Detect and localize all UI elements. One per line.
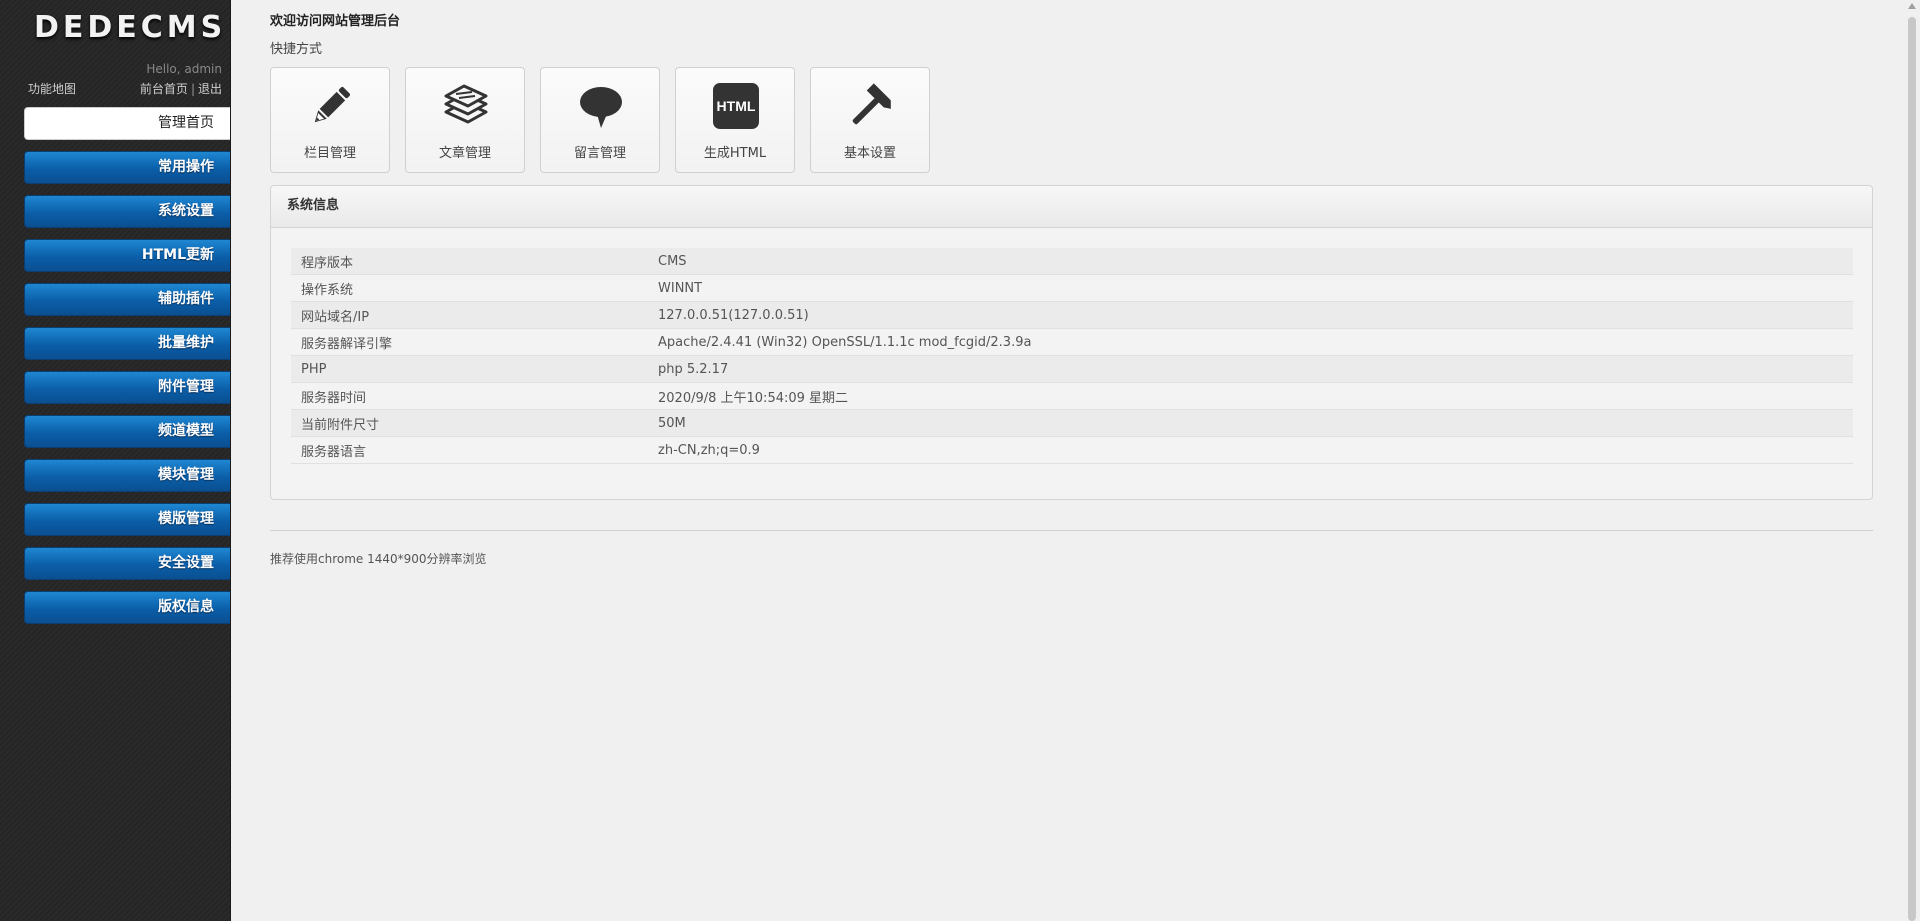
info-key: PHP	[291, 355, 658, 383]
sidebar-menu: 管理首页 常用操作 系统设置 HTML更新 辅助插件 批量维护 附件管理 频道模…	[24, 107, 230, 635]
shortcuts-heading: 快捷方式	[270, 42, 323, 57]
shortcut-article-manage[interactable]: 文章管理	[405, 67, 525, 173]
footer-note: 推荐使用chrome 1440*900分辨率浏览	[270, 552, 487, 566]
table-row: 操作系统 WINNT	[291, 274, 1853, 302]
info-value: Apache/2.4.41 (Win32) OpenSSL/1.1.1c mod…	[658, 328, 1853, 356]
system-info-title: 系统信息	[271, 186, 1872, 228]
system-info-table: 程序版本 CMS 操作系统 WINNT 网站域名/IP 127.0.0.51(127.…	[291, 248, 1853, 464]
info-key: 服务器解译引擎	[291, 328, 658, 356]
sidebar-item-attachments[interactable]: 附件管理	[24, 371, 230, 404]
sidebar-item-system-settings[interactable]: 系统设置	[24, 195, 230, 228]
sidebar-item-home[interactable]: 管理首页	[24, 107, 230, 140]
html-icon-text: HTML	[717, 98, 756, 114]
info-value: 127.0.0.51(127.0.0.51)	[658, 301, 1853, 329]
greeting: Hello, admin	[146, 62, 222, 76]
sidebar-item-plugins[interactable]: 辅助插件	[24, 283, 230, 316]
shortcut-category-manage[interactable]: 栏目管理	[270, 67, 390, 173]
link-separator: |	[190, 82, 195, 96]
footer-divider	[270, 530, 1873, 531]
sidebar-item-templates[interactable]: 模版管理	[24, 503, 230, 536]
shortcut-message-manage[interactable]: 留言管理	[540, 67, 660, 173]
info-key: 操作系统	[291, 274, 658, 302]
info-key: 服务器时间	[291, 382, 658, 410]
table-row: 服务器时间 2020/9/8 上午10:54:09 星期二	[291, 382, 1853, 410]
info-value: CMS	[658, 248, 1853, 275]
vertical-scrollbar[interactable]	[1903, 0, 1920, 921]
info-value: WINNT	[658, 274, 1853, 302]
info-key: 当前附件尺寸	[291, 409, 658, 437]
sidebar: DEDECMS Hello, admin 功能地图 前台首页 | 退出 管理首页 常…	[0, 0, 231, 921]
sidebar-item-copyright[interactable]: 版权信息	[24, 591, 230, 624]
main-content: 欢迎访问网站管理后台 快捷方式 栏目管理 文章管理 留言管理 HTML 生成HT…	[270, 0, 1874, 921]
page-title: 欢迎访问网站管理后台	[270, 14, 401, 29]
scroll-thumb[interactable]	[1908, 17, 1916, 921]
scroll-up-arrow-icon[interactable]	[1908, 3, 1916, 9]
shortcuts-row: 栏目管理 文章管理 留言管理 HTML 生成HTML 基本设置	[270, 67, 930, 173]
sidebar-item-channel-models[interactable]: 频道模型	[24, 415, 230, 448]
shortcut-label: 文章管理	[438, 146, 491, 161]
table-row: 服务器语言 zh-CN,zh;q=0.9	[291, 436, 1853, 464]
table-row: 当前附件尺寸 50M	[291, 409, 1853, 437]
shortcut-generate-html[interactable]: HTML 生成HTML	[675, 67, 795, 173]
info-key: 服务器语言	[291, 436, 658, 464]
sidebar-item-html-update[interactable]: HTML更新	[24, 239, 230, 272]
info-value: 50M	[658, 409, 1853, 437]
table-row: 服务器解译引擎 Apache/2.4.41 (Win32) OpenSSL/1.1…	[291, 328, 1853, 356]
info-key: 程序版本	[291, 248, 658, 275]
shortcut-label: 生成HTML	[703, 146, 767, 161]
sitemap-link[interactable]: 功能地图	[28, 80, 76, 97]
logo: DEDECMS	[34, 10, 227, 45]
info-value: 2020/9/8 上午10:54:09 星期二	[658, 382, 1853, 410]
sidebar-item-common-ops[interactable]: 常用操作	[24, 151, 230, 184]
info-key: 网站域名/IP	[291, 301, 658, 329]
logout-link[interactable]: 退出	[198, 82, 222, 96]
html-icon: HTML	[713, 83, 759, 129]
sidebar-item-modules[interactable]: 模块管理	[24, 459, 230, 492]
pencil-icon	[314, 87, 350, 123]
speech-bubble-icon	[580, 87, 622, 128]
table-row: 程序版本 CMS	[291, 248, 1853, 275]
shortcut-label: 栏目管理	[303, 146, 356, 161]
shortcut-basic-settings[interactable]: 基本设置	[810, 67, 930, 173]
shortcut-label: 基本设置	[843, 146, 896, 161]
front-page-link[interactable]: 前台首页	[140, 82, 188, 96]
sidebar-item-security[interactable]: 安全设置	[24, 547, 230, 580]
table-row: 网站域名/IP 127.0.0.51(127.0.0.51)	[291, 301, 1853, 329]
table-row: PHP php 5.2.17	[291, 355, 1853, 383]
document-stack-icon	[444, 84, 488, 124]
system-info-panel: 系统信息 程序版本 CMS 操作系统 WINNT 网站域名/IP 127.0.0.51…	[270, 185, 1873, 500]
sidebar-item-batch-maintenance[interactable]: 批量维护	[24, 327, 230, 360]
info-value: php 5.2.17	[658, 355, 1853, 383]
shortcut-label: 留言管理	[573, 146, 626, 161]
top-links: 前台首页 | 退出	[140, 80, 222, 97]
info-value: zh-CN,zh;q=0.9	[658, 436, 1853, 464]
hammer-icon	[852, 83, 891, 125]
